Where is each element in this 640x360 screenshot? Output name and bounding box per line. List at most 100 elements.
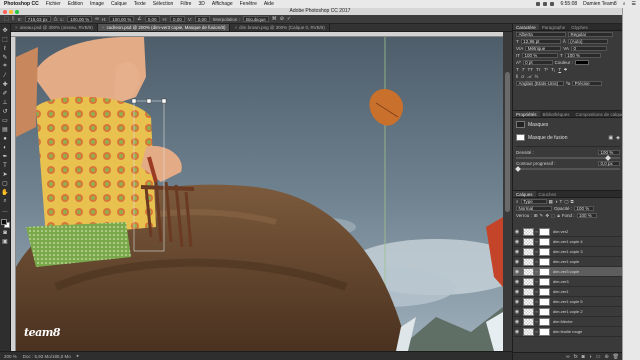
menu-photoshop[interactable]: Photoshop CC [4, 1, 39, 7]
strikethrough-icon[interactable]: T [564, 67, 567, 72]
width-field[interactable]: 100,00 % [67, 16, 93, 22]
menu-3d[interactable]: 3D [198, 1, 204, 7]
clock[interactable]: 6:55:08 [560, 1, 577, 7]
volume-icon[interactable] [550, 2, 555, 6]
density-field[interactable]: 100 % [598, 149, 620, 156]
blur-tool-icon[interactable]: ● [1, 135, 9, 143]
tab-couches[interactable]: Couches [536, 191, 560, 197]
layer-name[interactable]: dim-ver1 [553, 289, 569, 294]
visibility-eye-icon[interactable]: ◉ [513, 289, 521, 295]
layer-mask-thumbnail[interactable] [539, 297, 550, 306]
menu-calque[interactable]: Calque [111, 1, 127, 7]
history-brush-tool-icon[interactable]: ↺ [1, 108, 9, 116]
layer-mask-thumbnail[interactable] [539, 317, 550, 326]
layer-name[interactable]: dim-ver1 copie 2 [553, 309, 583, 314]
layer-name[interactable]: dim feuille rouge [553, 329, 582, 334]
close-tab-icon[interactable]: × [102, 24, 105, 32]
brush-tool-icon[interactable]: ✐ [1, 90, 9, 98]
hscale-field[interactable]: 100 % [564, 52, 601, 59]
healing-tool-icon[interactable]: ✚ [1, 81, 9, 89]
link-icon[interactable]: ∞ [95, 16, 99, 22]
user-name[interactable]: Damien Team8 [583, 1, 617, 7]
faux-bold-icon[interactable]: T [516, 67, 519, 72]
layer-row[interactable]: ◉ ∞ dim-ver1 copie [513, 257, 623, 267]
path-select-tool-icon[interactable]: ➤ [1, 171, 9, 179]
menu-affichage[interactable]: Affichage [212, 1, 233, 7]
layer-row[interactable]: ◉ ∞ dim ver2 [513, 227, 623, 237]
menu-aide[interactable]: Aide [264, 1, 274, 7]
menu-image[interactable]: Image [90, 1, 104, 7]
font-family-select[interactable]: Alberta [516, 31, 566, 38]
blend-mode-select[interactable]: Normal [516, 205, 552, 212]
fill-field[interactable]: 100 % [576, 212, 597, 219]
lock-all-icon[interactable]: 🔒︎ [557, 213, 559, 218]
font-size-field[interactable]: 12,96 pt [520, 38, 561, 45]
reference-point-icon[interactable]: ⁞⁞ [12, 16, 15, 22]
subscript-icon[interactable]: T₁ [551, 67, 555, 72]
hskew-field[interactable]: 0,00 [170, 16, 185, 22]
vector-mask-icon[interactable]: ◈ [616, 135, 620, 141]
menu-texte[interactable]: Texte [134, 1, 146, 7]
status-arrow-icon[interactable]: ▸ [77, 353, 79, 359]
zoom-window-button[interactable] [15, 9, 19, 14]
layer-row[interactable]: ◉ ∞ dim-ver1 copie 5 [513, 297, 623, 307]
screen-mode-icon[interactable]: ▣ [1, 238, 9, 246]
add-mask-icon[interactable]: ◙ [582, 354, 585, 360]
layer-row[interactable]: ◉ ∞ dim-ver1 copie 2 [513, 307, 623, 317]
tab-caractere[interactable]: Caractère [513, 24, 539, 30]
filter-pixel-icon[interactable]: ▦ [549, 199, 553, 205]
antialias-select[interactable]: Précise [572, 80, 603, 87]
more-tools-icon[interactable]: … [1, 207, 9, 215]
lasso-tool-icon[interactable]: ℓ [1, 45, 9, 53]
color-swatches[interactable] [0, 219, 10, 228]
document-canvas[interactable] [16, 37, 503, 351]
stamp-tool-icon[interactable]: ⊥ [1, 99, 9, 107]
layer-mask-thumbnail[interactable] [539, 267, 550, 276]
pen-tool-icon[interactable]: ✒ [1, 153, 9, 161]
tab-paragraphe[interactable]: Paragraphe [539, 24, 569, 30]
tracking-field[interactable]: 0 [570, 45, 607, 52]
trash-icon[interactable]: 🗑︎ [613, 354, 619, 360]
move-tool-icon[interactable]: ✥ [1, 27, 9, 35]
zoom-tool-icon[interactable]: ⌕ [1, 198, 9, 206]
menu-filtre[interactable]: Filtre [180, 1, 191, 7]
layer-thumbnail[interactable] [523, 267, 534, 276]
eraser-tool-icon[interactable]: ▭ [1, 117, 9, 125]
layer-row[interactable]: ◉ ∞ dim-ver3 copie [513, 267, 623, 277]
layer-mask-thumbnail[interactable] [539, 287, 550, 296]
menu-fenetre[interactable]: Fenêtre [240, 1, 257, 7]
doc-size[interactable]: Doc : 5,93 Mo/185,0 Mo [23, 354, 71, 359]
layer-row[interactable]: ◉ ∞ dim feuille rouge [513, 327, 623, 337]
layer-thumbnail[interactable] [523, 297, 534, 306]
delta-icon[interactable]: △ [54, 16, 58, 22]
layer-name[interactable]: dim ver2 [553, 229, 568, 234]
crop-tool-icon[interactable]: ⌗ [1, 63, 9, 71]
visibility-eye-icon[interactable]: ◉ [513, 279, 521, 285]
layer-thumbnail[interactable] [523, 317, 534, 326]
visibility-eye-icon[interactable]: ◉ [513, 329, 521, 335]
lock-pixels-icon[interactable]: ⊞ [534, 213, 538, 219]
quick-mask-icon[interactable]: ◙ [1, 229, 9, 237]
menu-selection[interactable]: Sélection [153, 1, 174, 7]
menu-fichier[interactable]: Fichier [46, 1, 61, 7]
dodge-tool-icon[interactable]: ◐ [1, 144, 9, 152]
small-caps-icon[interactable]: Tᴛ [536, 67, 541, 72]
new-layer-icon[interactable]: ⊕ [604, 354, 608, 360]
shape-tool-icon[interactable]: ▢ [1, 180, 9, 188]
layer-row[interactable]: ◉ ∞ dim-ver1 copie 4 [513, 237, 623, 247]
commit-transform-icon[interactable]: ✓ [287, 16, 291, 22]
new-group-icon[interactable]: ▭ [596, 354, 601, 360]
quick-select-tool-icon[interactable]: ✎ [1, 54, 9, 62]
layer-name[interactable]: dim-ver3 copie [553, 269, 579, 274]
kerning-field[interactable]: Métrique [525, 45, 562, 52]
visibility-eye-icon[interactable]: ◉ [513, 239, 521, 245]
ligature-icon[interactable]: ﬁ [516, 74, 518, 79]
filter-adjust-icon[interactable]: ◑ [555, 199, 558, 204]
pixel-mask-icon[interactable]: ▣ [608, 135, 613, 141]
layer-mask-thumbnail[interactable] [539, 307, 550, 316]
tab-bibliotheques[interactable]: Bibliothèques [540, 111, 573, 117]
lock-move-icon[interactable]: ✥ [545, 213, 549, 219]
eyedropper-tool-icon[interactable]: ⁄ [1, 72, 9, 80]
layer-mask-thumbnail[interactable] [539, 257, 550, 266]
angle-field[interactable]: 0,00 [144, 16, 160, 22]
